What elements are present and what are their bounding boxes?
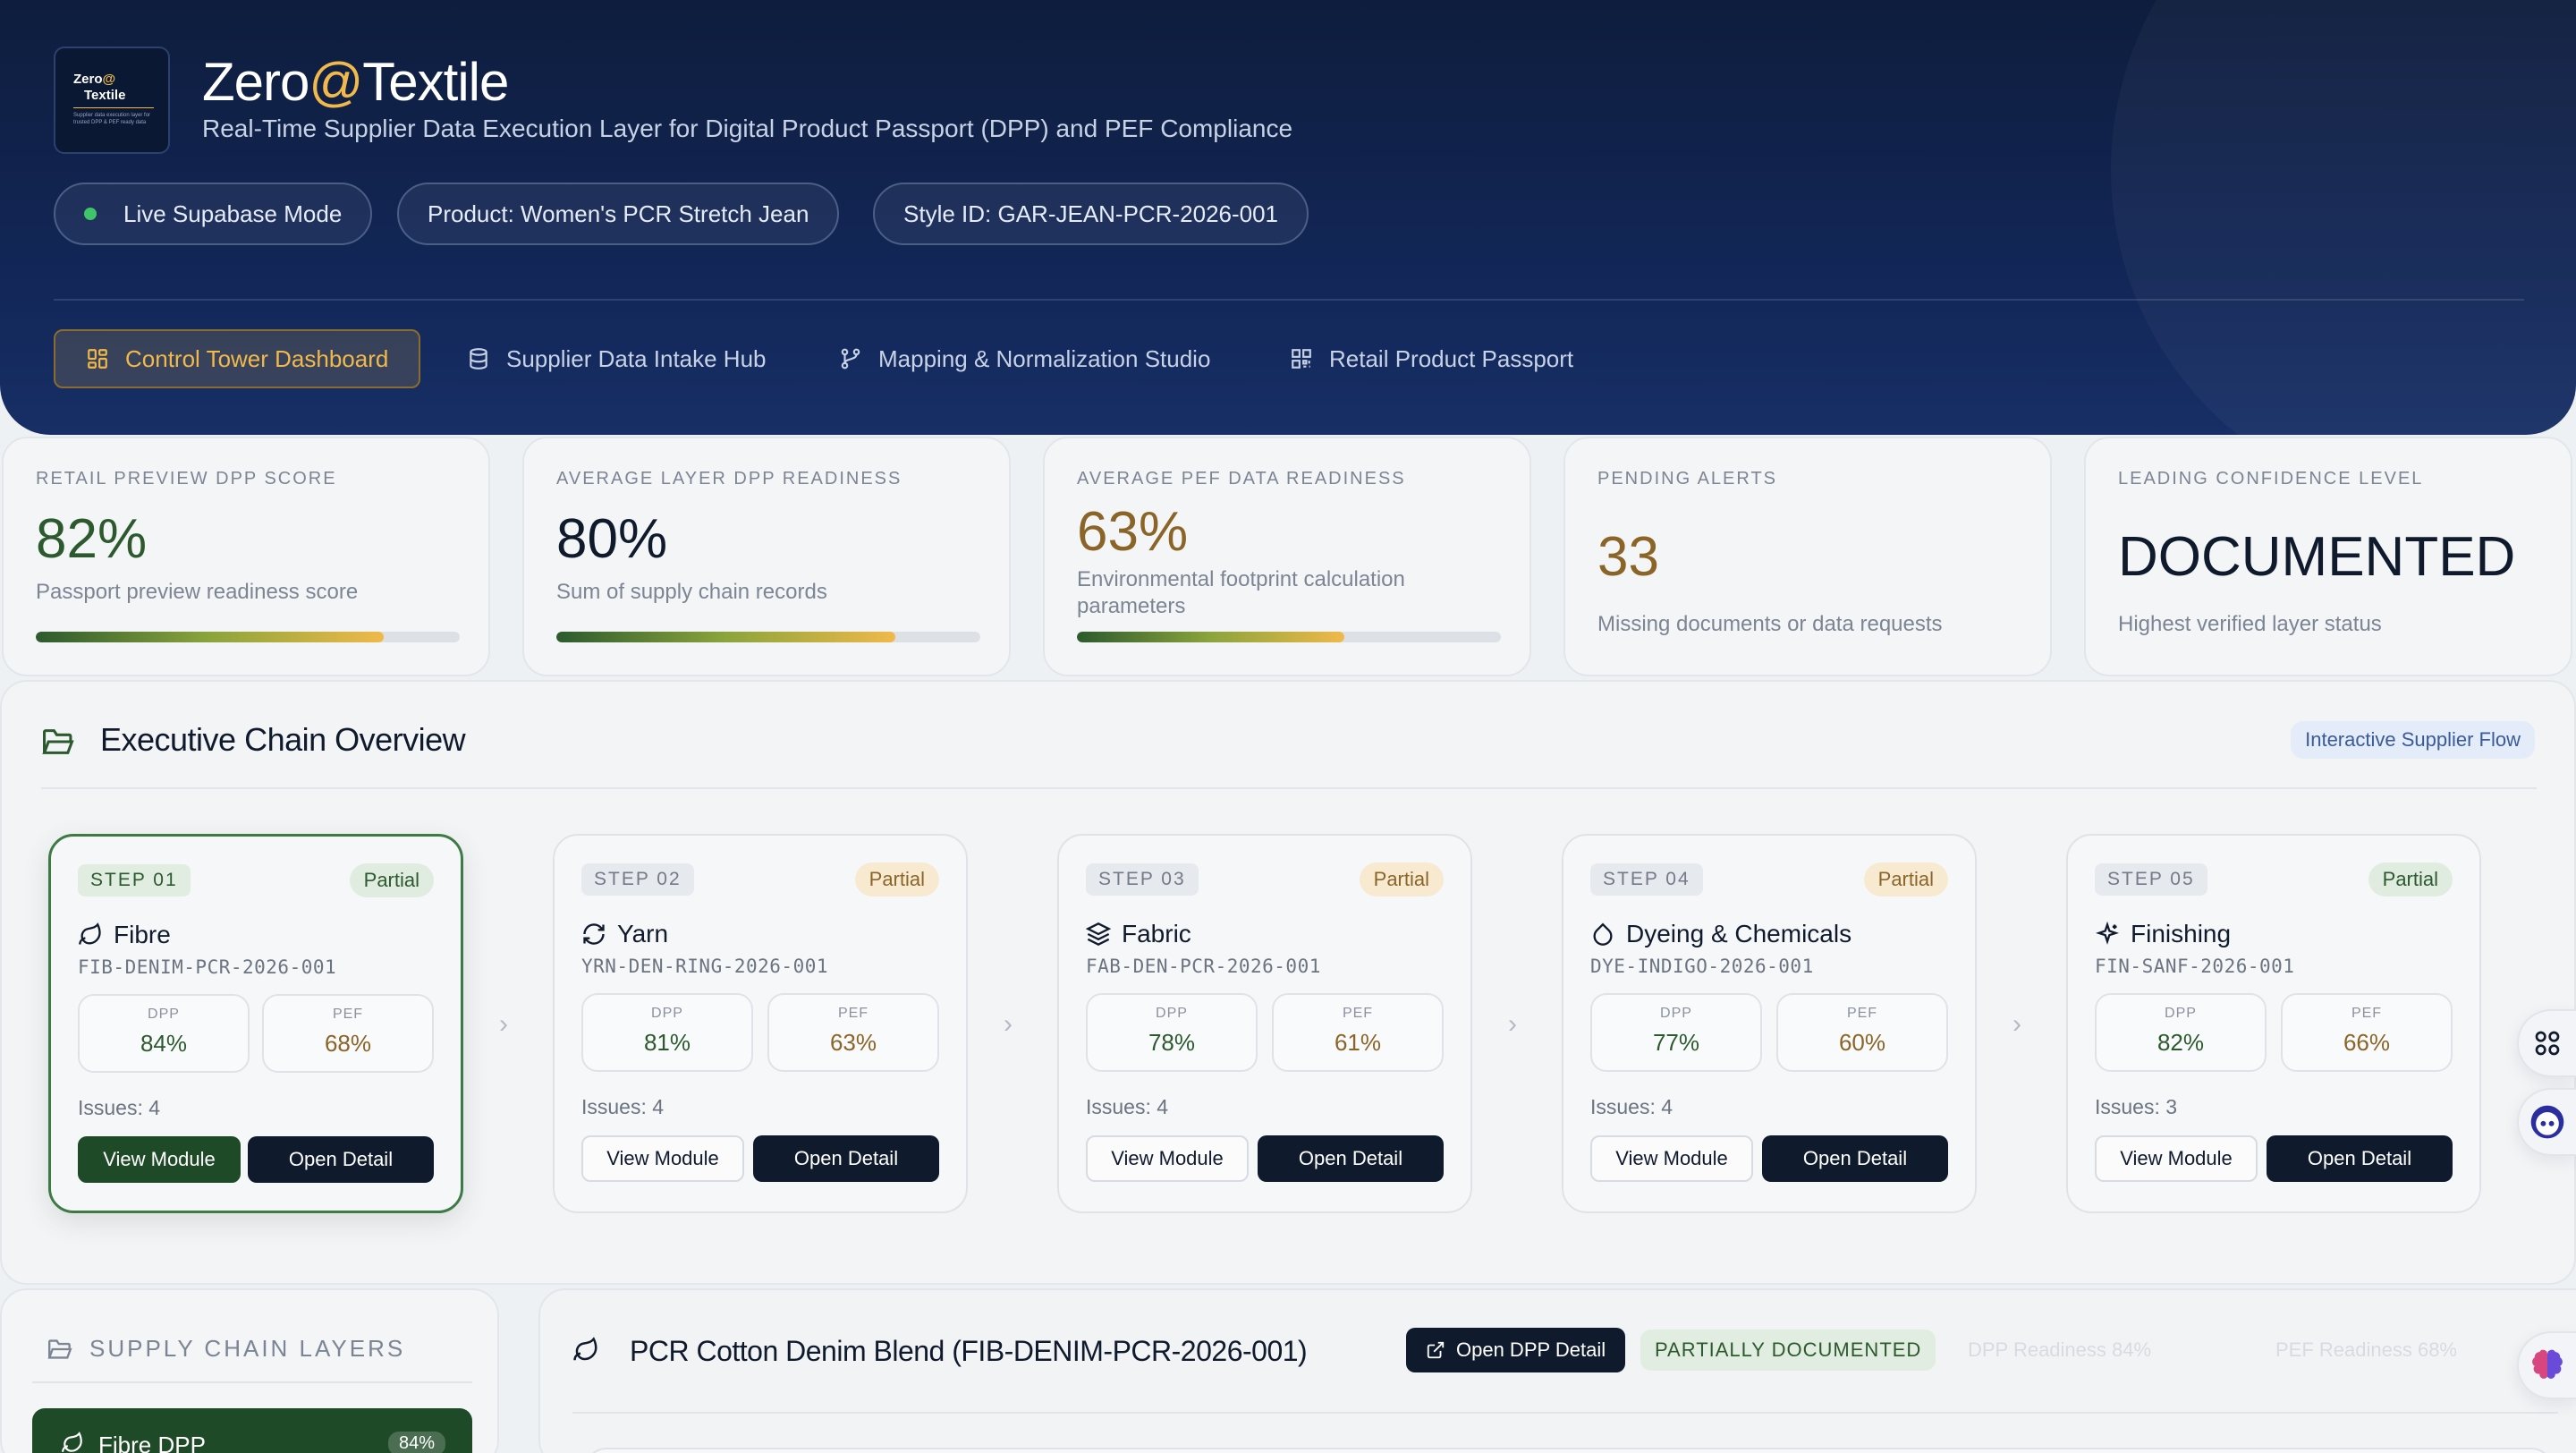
refresh-icon (583, 923, 605, 945)
pef-metric: PEF 61% (1272, 993, 1444, 1072)
tab-mapping-normalization-studio[interactable]: Mapping & Normalization Studio (809, 329, 1241, 388)
app-title: Zero@Textile (202, 52, 509, 112)
step-card-dyeing-chemicals[interactable]: STEP 04 Partial Dyeing & Chemicals DYE-IN… (1562, 834, 1977, 1213)
pef-readiness-label: PEF Readiness 68% (2275, 1338, 2457, 1361)
folder-open-icon (42, 729, 74, 754)
pef-metric: PEF 66% (2281, 993, 2453, 1072)
status-dot-icon (84, 208, 97, 220)
dpp-metric: DPP 77% (1590, 993, 1762, 1072)
progress-bar (1077, 632, 1501, 642)
view-module-button[interactable]: View Module (78, 1136, 241, 1183)
chevron-right-icon: › (499, 1009, 508, 1039)
database-icon (470, 348, 487, 370)
assistant-avatar-icon (2530, 1105, 2564, 1139)
interactive-flow-badge: Interactive Supplier Flow (2291, 721, 2535, 759)
progress-bar (556, 632, 980, 642)
progress-bar (36, 632, 460, 642)
view-module-button[interactable]: View Module (1590, 1135, 1753, 1182)
pef-metric: PEF 68% (262, 994, 434, 1073)
view-module-button[interactable]: View Module (1086, 1135, 1249, 1182)
view-module-button[interactable]: View Module (581, 1135, 744, 1182)
branch-icon (841, 348, 860, 370)
status-badge: Partial (1359, 862, 1444, 896)
layers-icon (1086, 922, 1111, 946)
logo: Zero@ Textile Supplier data execution la… (54, 47, 170, 154)
status-badge: Partial (349, 863, 434, 897)
assistant-button[interactable] (2517, 1088, 2576, 1156)
step-card-yarn[interactable]: STEP 02 Partial Yarn YRN-DEN-RING-2026-00… (553, 834, 968, 1213)
status-badge: Partial (2368, 862, 2453, 896)
apps-grid-button[interactable] (2517, 1009, 2576, 1077)
step-card-fabric[interactable]: STEP 03 Partial Fabric FAB-DEN-PCR-2026-0… (1057, 834, 1472, 1213)
status-badge: Partial (1863, 862, 1948, 896)
layer-detail-panel: PCR Cotton Denim Blend (FIB-DENIM-PCR-20… (538, 1288, 2576, 1453)
leaf-icon (79, 922, 101, 945)
dpp-readiness-label: DPP Readiness 84% (1968, 1338, 2152, 1361)
brain-icon (2532, 1349, 2563, 1379)
style-id-pill[interactable]: Style ID: GAR-JEAN-PCR-2026-001 (873, 183, 1309, 245)
tab-supplier-data-intake-hub[interactable]: Supplier Data Intake Hub (436, 329, 797, 388)
open-detail-button[interactable]: Open Detail (1258, 1135, 1444, 1182)
app-header: Zero@ Textile Supplier data execution la… (0, 0, 2576, 435)
leaf-icon (573, 1337, 597, 1361)
chevron-right-icon: › (1004, 1009, 1013, 1039)
droplet-icon (1593, 922, 1613, 946)
dpp-metric: DPP 78% (1086, 993, 1258, 1072)
dpp-metric: DPP 84% (78, 994, 250, 1073)
dashboard-icon (88, 349, 107, 369)
live-mode-pill[interactable]: Live Supabase Mode (54, 183, 373, 245)
step-card-fibre[interactable]: STEP 01 Partial Fibre FIB-DENIM-PCR-2026-… (48, 834, 463, 1213)
dpp-metric: DPP 82% (2095, 993, 2267, 1072)
qr-code-icon (1292, 349, 1311, 369)
folder-icon (47, 1338, 72, 1359)
open-detail-button[interactable]: Open Detail (753, 1135, 939, 1182)
dpp-metric: DPP 81% (581, 993, 753, 1072)
open-detail-button[interactable]: Open Detail (248, 1136, 434, 1183)
step-card-finishing[interactable]: STEP 05 Partial Finishing FIN-SANF-2026-0… (2066, 834, 2481, 1213)
open-dpp-detail-button[interactable]: Open DPP Detail (1406, 1328, 1626, 1372)
app-subtitle: Real-Time Supplier Data Execution Layer … (202, 115, 1293, 142)
product-pill[interactable]: Product: Women's PCR Stretch Jean (397, 183, 840, 245)
section-title: Executive Chain Overview (100, 721, 466, 758)
grid-icon (2535, 1031, 2560, 1056)
detail-title: PCR Cotton Denim Blend (FIB-DENIM-PCR-20… (630, 1335, 1308, 1367)
kpi-leading-confidence-level: LEADING CONFIDENCE LEVEL DOCUMENTED High… (2084, 437, 2572, 676)
pef-metric: PEF 63% (767, 993, 939, 1072)
header-divider (54, 299, 2524, 301)
percent-badge: 84% (387, 1432, 445, 1453)
open-detail-button[interactable]: Open Detail (1762, 1135, 1948, 1182)
sidebar-item-fibre-dpp[interactable]: Fibre DPP 84% (32, 1408, 472, 1453)
brain-assistant-button[interactable] (2517, 1331, 2576, 1399)
tab-retail-product-passport[interactable]: Retail Product Passport (1259, 329, 1604, 388)
kpi-pending-alerts: PENDING ALERTS 33 Missing documents or d… (1563, 437, 2052, 676)
header-decoration (2111, 0, 2576, 435)
supply-chain-layers-panel: SUPPLY CHAIN LAYERS Fibre DPP 84% (0, 1288, 499, 1453)
kpi-retail-preview-dpp-score: RETAIL PREVIEW DPP SCORE 82% Passport pr… (2, 437, 490, 676)
sparkles-icon (2095, 922, 2120, 945)
chevron-right-icon: › (1508, 1009, 1517, 1039)
open-detail-button[interactable]: Open Detail (2267, 1135, 2453, 1182)
pef-metric: PEF 60% (1776, 993, 1948, 1072)
view-module-button[interactable]: View Module (2095, 1135, 2258, 1182)
detail-content-card (585, 1448, 2553, 1453)
kpi-average-layer-dpp-readiness: AVERAGE LAYER DPP READINESS 80% Sum of s… (522, 437, 1011, 676)
status-badge: PARTIALLY DOCUMENTED (1640, 1330, 1936, 1371)
status-badge: Partial (854, 862, 939, 896)
chevron-right-icon: › (2012, 1009, 2021, 1039)
leaf-icon (62, 1432, 82, 1452)
kpi-average-pef-data-readiness: AVERAGE PEF DATA READINESS 63% Environme… (1043, 437, 1531, 676)
tab-control-tower-dashboard[interactable]: Control Tower Dashboard (54, 329, 421, 388)
external-link-icon (1427, 1341, 1445, 1359)
